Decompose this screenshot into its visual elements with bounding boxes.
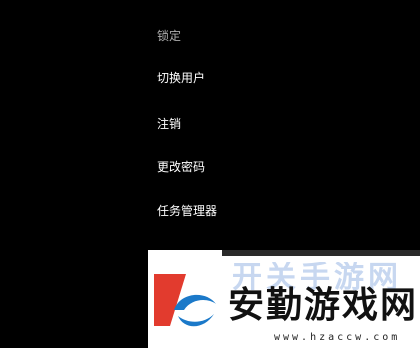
site-logo-icon: [154, 274, 216, 327]
lock-option[interactable]: 锁定: [157, 28, 181, 44]
switch-user-option[interactable]: 切换用户: [157, 70, 205, 86]
watermark-divider: [222, 250, 420, 256]
sign-out-option[interactable]: 注销: [157, 116, 181, 132]
watermark-title: 安勤游戏网: [228, 285, 419, 326]
change-password-option[interactable]: 更改密码: [157, 159, 205, 175]
task-manager-option[interactable]: 任务管理器: [157, 203, 217, 219]
ctrl-alt-del-screen: 锁定 切换用户 注销 更改密码 任务管理器 开关手游网 安勤游戏网 www.hz…: [0, 0, 420, 348]
watermark-url: www.hzaccw.com: [274, 332, 401, 343]
site-watermark: 开关手游网 安勤游戏网 www.hzaccw.com: [148, 250, 420, 348]
